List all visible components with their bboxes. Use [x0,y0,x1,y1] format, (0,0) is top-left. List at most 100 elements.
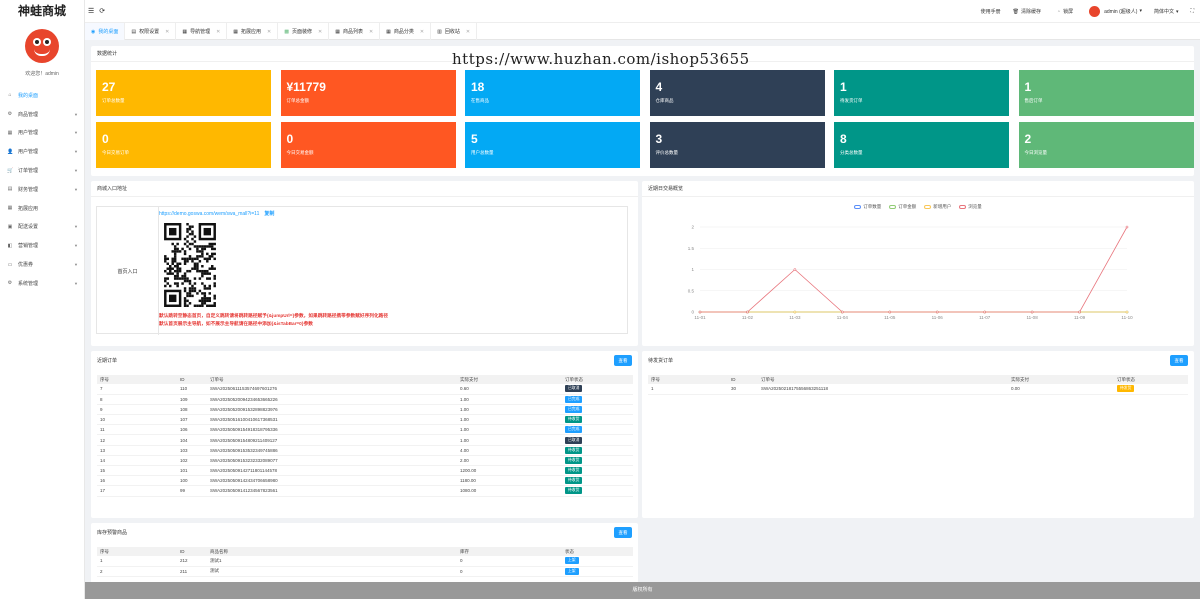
tab-7[interactable]: ▥ 回收站 ✕ [431,23,478,40]
y-tick-label: 1 [691,267,694,272]
tab-3[interactable]: ▦ 拓展应用 ✕ [227,23,279,40]
menu-toggle-icon[interactable]: ☰ [88,8,94,15]
sidebar-item-4[interactable]: 🛒 订单管理 ▼ [0,161,84,180]
tab-2[interactable]: ▦ 导航管理 ✕ [176,23,228,40]
sidebar-item-9[interactable]: ▭ 优惠券 ▼ [0,255,84,274]
close-icon[interactable]: ✕ [318,29,322,35]
sidebar-item-5[interactable]: ▤ 财务管理 ▼ [0,180,84,199]
stock-alert-view-button[interactable]: 查看 [614,527,632,538]
recent-orders-view-button[interactable]: 查看 [614,355,632,366]
table-row[interactable]: 12 104 SWA20250509154809211409127 1.00 已取消 [97,434,633,446]
stat-card[interactable]: 0 今日交易订单 [96,122,271,168]
tab-5[interactable]: ▦ 商品列表 ✕ [329,23,381,40]
sidebar-item-1[interactable]: ⚙ 商品管理 ▼ [0,105,84,124]
table-row[interactable]: 13 103 SWA20250509153532349745886 4.00 待收货 [97,445,633,456]
lock-button[interactable]: ◔ 锁屏 [1057,8,1073,15]
table-row[interactable]: 14 102 SWA20250509153232332089077 2.00 待收货 [97,455,633,467]
stat-value: 1 [1024,80,1032,94]
sidebar-item-label: 优惠券 [18,262,34,269]
table-cell: 1200.00 [457,465,562,477]
pending-orders-title: 待发货订单 [648,358,674,364]
column-header: ID [177,375,207,384]
avatar[interactable] [25,29,59,63]
chevron-down-icon: ▼ [74,262,78,268]
x-tick-label: 11-02 [742,315,754,320]
table-row[interactable]: 11 106 SWA20250509154918318795336 1.00 已完成 [97,424,633,436]
entry-url-link[interactable]: https://demo.goswa.com/wem/swa_mall?i=11 [159,211,259,217]
watermark-text: https://www.huzhan.com/ishop53655 [452,50,750,68]
table-cell: 109 [177,394,207,405]
close-icon[interactable]: ✕ [165,29,169,35]
close-icon[interactable]: ✕ [369,29,373,35]
close-icon[interactable]: ✕ [420,29,424,35]
sidebar-item-3[interactable]: 👤 用户管理 ▼ [0,142,84,161]
tab-1[interactable]: ▤ 权限设置 ✕ [125,23,177,40]
stat-card[interactable]: 3 评价总数量 [649,122,825,168]
table-row[interactable]: 8 109 SWA20250520094234653665226 1.00 已完成 [97,394,633,405]
stat-label: 今日交易金额 [286,150,314,155]
stat-card[interactable]: 4 仓库商品 [649,70,825,116]
y-tick-label: 1.5 [688,246,695,251]
status-badge: 待发货 [1117,385,1135,393]
sidebar-item-6[interactable]: ▦ 拓展应用 [0,199,84,218]
tab-6[interactable]: ▦ 商品分类 ✕ [380,23,432,40]
table-cell: 103 [177,445,207,456]
language-select[interactable]: 简体中文 ▾ [1154,8,1179,15]
sidebar-item-2[interactable]: ▦ 用户管理 ▼ [0,124,84,143]
status-badge: 已取消 [565,385,583,393]
stat-card[interactable]: 18 在售商品 [465,70,640,116]
fullscreen-icon[interactable]: ⛶ [1190,8,1194,14]
column-header: 实际支付 [1008,375,1114,384]
close-icon[interactable]: ✕ [267,29,271,35]
clear-cache-button[interactable]: 🗑 清除缓存 [1013,8,1041,15]
stat-card[interactable]: 2 今日浏览量 [1018,122,1194,168]
status-badge: 已完成 [565,405,583,413]
stat-card[interactable]: ¥11779 订单总金额 [280,70,456,116]
status-badge: 已完成 [565,395,583,403]
y-tick-label: 2 [691,225,694,230]
sidebar-item-0[interactable]: ⌂ 我的桌面 [0,86,84,105]
table-row[interactable]: 1 212 测试1 0 上架 [97,556,633,567]
refresh-icon[interactable]: ⟳ [99,8,105,15]
table-row[interactable]: 1 30 SWA20250218175556863251118 0.00 待发货 [648,384,1188,395]
column-header: ID [728,375,758,384]
table-cell: 104 [177,434,207,446]
table-cell: 1080.00 [457,485,562,497]
pending-orders-view-button[interactable]: 查看 [1170,355,1188,366]
user-menu[interactable]: admin (超级人) ▾ [1089,5,1142,17]
sidebar-item-10[interactable]: ⚙ 系统管理 ▼ [0,274,84,293]
manual-link[interactable]: 使用手册 [981,8,1001,15]
stat-card[interactable]: 5 用户总数量 [465,122,640,168]
sidebar-item-label: 营销管理 [18,243,39,250]
close-icon[interactable]: ✕ [216,29,220,35]
stat-value: 18 [471,80,485,94]
tab-0[interactable]: ◉ 我的桌面 [85,23,126,40]
x-tick-label: 11-06 [932,315,944,320]
stat-card[interactable]: 27 订单总数量 [96,70,271,116]
stat-card[interactable]: 8 分类总数量 [834,122,1009,168]
table-cell: 211 [177,566,207,577]
table-row[interactable]: 2 211 测试 0 上架 [97,566,633,577]
sidebar-item-8[interactable]: ◧ 营销管理 ▼ [0,236,84,255]
table-cell: SWA20250509154809211409127 [207,434,457,446]
apps-icon: ▦ [7,205,13,212]
sidebar-item-7[interactable]: ▣ 配送设置 ▼ [0,218,84,237]
table-row[interactable]: 10 107 SWA20250516100410617368531 1.00 待收货 [97,414,633,426]
copy-button[interactable]: 复制 [264,211,274,217]
user-avatar [1089,5,1101,17]
close-icon[interactable]: ✕ [466,29,470,35]
table-row[interactable]: 9 108 SWA20250520091532898823976 1.00 已完成 [97,404,633,416]
stock-alert-title: 库存预警商品 [97,530,128,536]
stat-card[interactable]: 1 售后订单 [1018,70,1194,116]
table-cell: 101 [177,465,207,477]
table-row[interactable]: 7 110 SWA20250611153574697601276 0.60 已取消 [97,384,633,395]
table-row[interactable]: 16 100 SWA20250509142434706658980 1180.00 待收… [97,475,633,487]
table-cell: SWA20250509154918318795336 [207,424,457,436]
data-point [841,310,844,314]
stat-card[interactable]: 1 待发货订单 [834,70,1009,116]
table-row[interactable]: 15 101 SWA20250509142711801144578 1200.00 待收… [97,465,633,477]
x-tick-label: 11-04 [837,315,849,320]
stat-card[interactable]: 0 今日交易金额 [280,122,456,168]
table-row[interactable]: 17 99 SWA20250509141234567823561 1080.00 待收货 [97,485,633,497]
tab-4[interactable]: ▩ 页面装修 ✕ [278,23,330,40]
